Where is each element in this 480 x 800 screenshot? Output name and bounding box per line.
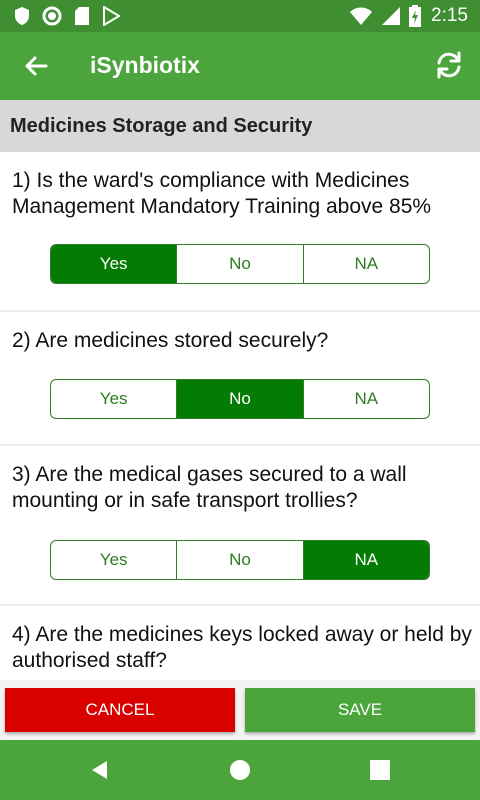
question-text: 2) Are medicines stored securely? [12, 329, 329, 352]
answer-segmented-control: Yes No NA [50, 540, 430, 580]
sync-icon[interactable] [432, 48, 466, 82]
answer-no-button[interactable]: No [177, 541, 304, 579]
status-right-icons: 2:15 [349, 5, 468, 27]
answer-segmented-control: Yes No NA [50, 379, 430, 419]
question-card: 4) Are the medicines keys locked away or… [0, 606, 480, 680]
battery-charging-icon [409, 5, 422, 27]
status-left-icons [14, 6, 120, 26]
question-text: 3) Are the medical gases secured to a wa… [12, 463, 407, 512]
sd-card-icon [75, 7, 89, 25]
answer-segmented-control: Yes No NA [50, 244, 430, 284]
wifi-icon [350, 7, 373, 25]
question-list[interactable]: 1) Is the ward's compliance with Medicin… [0, 152, 480, 680]
cancel-button[interactable]: CANCEL [5, 688, 235, 732]
question-text: 1) Is the ward's compliance with Medicin… [12, 169, 432, 218]
shield-icon [15, 7, 29, 25]
answer-na-button[interactable]: NA [304, 380, 429, 418]
answer-na-button[interactable]: NA [304, 245, 429, 283]
circle-icon [42, 6, 62, 26]
answer-na-button[interactable]: NA [303, 541, 429, 579]
question-text: 4) Are the medicines keys locked away or… [12, 623, 472, 672]
question-card: 3) Are the medical gases secured to a wa… [0, 446, 480, 604]
app-title: iSynbiotix [90, 52, 200, 78]
action-bar: CANCEL SAVE [0, 680, 480, 740]
answer-yes-button[interactable]: Yes [51, 541, 178, 579]
question-card: 1) Is the ward's compliance with Medicin… [0, 152, 480, 310]
answer-no-button[interactable]: No [177, 380, 304, 418]
nav-home-icon[interactable] [228, 758, 252, 782]
nav-recents-icon[interactable] [369, 759, 391, 781]
status-bar: 2:15 [0, 0, 480, 32]
navigation-bar [0, 740, 480, 800]
answer-yes-button[interactable]: Yes [51, 380, 178, 418]
answer-no-button[interactable]: No [177, 245, 304, 283]
back-arrow-icon[interactable] [20, 50, 52, 82]
play-store-icon [103, 6, 120, 26]
signal-icon [382, 7, 401, 25]
app-bar: iSynbiotix [0, 32, 480, 100]
question-card: 2) Are medicines stored securely? Yes No… [0, 312, 480, 444]
section-header: Medicines Storage and Security [0, 100, 480, 152]
nav-back-icon[interactable] [88, 758, 112, 782]
status-time: 2:15 [431, 5, 468, 26]
save-button[interactable]: SAVE [245, 688, 475, 732]
answer-yes-button[interactable]: Yes [51, 245, 178, 283]
